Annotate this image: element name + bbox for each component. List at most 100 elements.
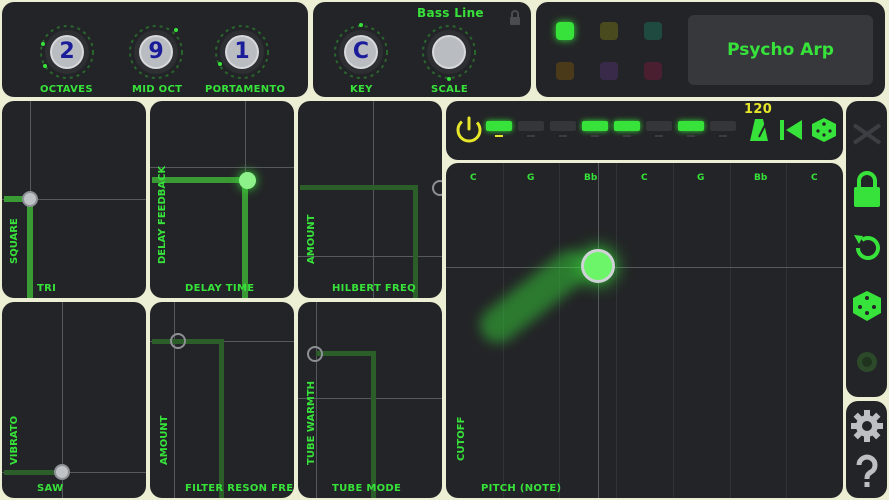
- pad-x-label: SAW: [37, 483, 64, 494]
- note-label: C: [641, 173, 648, 183]
- sequencer-step[interactable]: [678, 121, 704, 131]
- preset-name: Psycho Arp: [727, 40, 834, 60]
- pad-x-label: TUBE MODE: [332, 483, 402, 494]
- mid-oct-value: 9: [148, 39, 164, 64]
- sequencer-step[interactable]: [646, 121, 672, 131]
- color-swatch-brown[interactable]: [556, 62, 574, 80]
- color-swatch-maroon[interactable]: [644, 62, 662, 80]
- pad-y-label: SQUARE: [9, 218, 20, 264]
- xy-pad-handle[interactable]: [432, 180, 442, 196]
- preset-name-box[interactable]: Psycho Arp: [688, 15, 873, 85]
- step-indicator: [559, 135, 567, 137]
- glow-trail: [472, 243, 596, 351]
- xy-pad-tube[interactable]: TUBE MODE TUBE WARMTH: [298, 302, 442, 498]
- knob-panel: 2 OCTAVES 9 MID OCT 1 PORTAMENTO: [2, 2, 308, 97]
- color-swatch-purple[interactable]: [600, 62, 618, 80]
- pad-x-label: HILBERT FREQ: [332, 283, 416, 294]
- help-icon[interactable]: [846, 451, 887, 493]
- mid-oct-label: MID OCT: [132, 84, 183, 95]
- scale-knob[interactable]: [419, 22, 479, 82]
- power-icon[interactable]: [454, 115, 484, 149]
- note-divider: [730, 163, 731, 498]
- step-indicator: [591, 135, 599, 137]
- note-label: C: [811, 173, 818, 183]
- shuffle-icon[interactable]: [846, 113, 887, 155]
- preset-panel: Psycho Arp: [536, 2, 885, 97]
- tempo-value[interactable]: 120: [744, 102, 772, 117]
- pad-y-label: DELAY FEEDBACK: [157, 165, 168, 264]
- sequencer-step[interactable]: [486, 121, 512, 131]
- pad-y-label: TUBE WARMTH: [306, 380, 317, 465]
- pad-x-label: FILTER RESON FREQ: [185, 483, 294, 494]
- mid-oct-knob[interactable]: 9: [126, 22, 186, 82]
- pad-y-label: AMOUNT: [159, 415, 170, 465]
- lock-icon[interactable]: [509, 10, 521, 30]
- xy-pad-saw-vibrato[interactable]: SAW VIBRATO: [2, 302, 146, 498]
- sequencer-step[interactable]: [614, 121, 640, 131]
- key-value: C: [352, 39, 370, 64]
- note-divider: [616, 163, 617, 498]
- portamento-label: PORTAMENTO: [205, 84, 286, 95]
- xy-pad-filter[interactable]: FILTER RESON FREQ AMOUNT: [150, 302, 294, 498]
- note-label: Bb: [754, 173, 768, 183]
- color-swatch-teal[interactable]: [644, 22, 662, 40]
- crosshair-vertical: [598, 163, 599, 498]
- color-swatch-olive[interactable]: [600, 22, 618, 40]
- note-label: C: [470, 173, 477, 183]
- sequencer-step[interactable]: [582, 121, 608, 131]
- scale-label: SCALE: [431, 84, 468, 95]
- key-label: KEY: [350, 84, 373, 95]
- note-label: G: [697, 173, 705, 183]
- key-scale-panel: Bass Line C KEY SCALE: [313, 2, 531, 97]
- octaves-label: OCTAVES: [40, 84, 93, 95]
- lock-icon[interactable]: [846, 169, 887, 211]
- main-xy-pad[interactable]: C G Bb C G Bb C PITCH (NOTE) CUTOFF: [446, 163, 843, 498]
- step-indicator: [623, 135, 631, 137]
- side-toolbar-top: [846, 101, 887, 397]
- sequencer-step[interactable]: [710, 121, 736, 131]
- pad-x-label: TRI: [37, 283, 57, 294]
- color-swatch-green[interactable]: [556, 22, 574, 40]
- gear-icon[interactable]: [846, 405, 887, 447]
- rewind-icon[interactable]: [778, 118, 804, 146]
- xy-pad-handle[interactable]: [54, 464, 70, 480]
- step-indicator: [719, 135, 727, 137]
- octaves-value: 2: [59, 39, 75, 64]
- xy-pad-tri-square[interactable]: TRI SQUARE: [2, 101, 146, 298]
- main-pad-y-label: CUTOFF: [456, 416, 467, 461]
- pad-y-label: AMOUNT: [306, 214, 317, 264]
- portamento-knob[interactable]: 1: [212, 22, 272, 82]
- metronome-icon[interactable]: [748, 117, 770, 147]
- sequencer-step[interactable]: [518, 121, 544, 131]
- step-indicator: [527, 135, 535, 137]
- step-indicator: [687, 135, 695, 137]
- dice-icon[interactable]: [810, 116, 838, 148]
- note-divider: [673, 163, 674, 498]
- xy-pad-handle[interactable]: [239, 172, 256, 189]
- note-divider: [786, 163, 787, 498]
- key-knob[interactable]: C: [331, 22, 391, 82]
- note-label: G: [527, 173, 535, 183]
- undo-icon[interactable]: [846, 227, 887, 269]
- xy-pad-handle[interactable]: [307, 346, 323, 362]
- record-icon[interactable]: [846, 341, 887, 383]
- side-toolbar-bottom: [846, 401, 887, 498]
- pad-y-label: VIBRATO: [9, 415, 20, 465]
- step-indicator: [495, 135, 503, 137]
- sequencer-panel: 120: [446, 101, 843, 160]
- main-pad-handle[interactable]: [581, 249, 615, 283]
- xy-pad-handle[interactable]: [170, 333, 186, 349]
- main-pad-x-label: PITCH (NOTE): [481, 483, 562, 494]
- note-divider: [559, 163, 560, 498]
- xy-pad-hilbert[interactable]: HILBERT FREQ AMOUNT: [298, 101, 442, 298]
- preset-category[interactable]: Bass Line: [417, 6, 484, 20]
- xy-pad-handle[interactable]: [22, 191, 38, 207]
- xy-pad-delay[interactable]: DELAY TIME DELAY FEEDBACK: [150, 101, 294, 298]
- portamento-value: 1: [234, 39, 250, 64]
- dice-icon[interactable]: [846, 285, 887, 327]
- step-indicator: [655, 135, 663, 137]
- octaves-knob[interactable]: 2: [37, 22, 97, 82]
- sequencer-step[interactable]: [550, 121, 576, 131]
- pad-x-label: DELAY TIME: [185, 283, 255, 294]
- note-label: Bb: [584, 173, 598, 183]
